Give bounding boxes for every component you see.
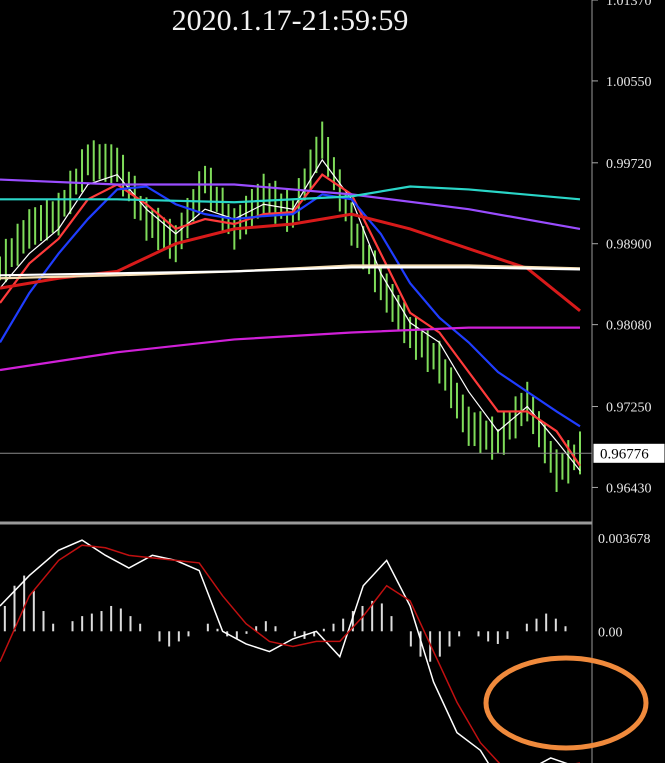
price-tick-label: 0.97250 <box>606 401 652 416</box>
price-tick-label: 0.98080 <box>606 319 652 334</box>
highlight-ellipse <box>483 655 649 751</box>
price-tick-label: 1.01370 <box>606 0 652 9</box>
macd-line <box>0 544 580 763</box>
current-price-marker: 0.96776 <box>0 442 665 464</box>
price-tick-label: 0.98900 <box>606 238 652 253</box>
ma-line <box>0 326 580 372</box>
current-price-label: 0.96776 <box>600 446 649 462</box>
macd-tick-label: 0.003678 <box>598 532 651 547</box>
macd-line <box>0 539 568 763</box>
forex-chart: 1.01370 1.00550 0.99720 0.98900 0.98080 0.972… <box>0 0 665 763</box>
macd-tick-label: 0.00 <box>598 625 623 640</box>
macd-panel <box>0 539 580 763</box>
chart-title: 2020.1.17-21:59:59 <box>172 4 409 37</box>
ma-line <box>0 158 581 472</box>
axis-labels: 1.01370 1.00550 0.99720 0.98900 0.98080 0.972… <box>592 0 652 640</box>
ma-line <box>0 185 581 428</box>
price-tick-label: 1.00550 <box>606 75 652 90</box>
price-tick-label: 0.96430 <box>606 481 652 496</box>
price-panel <box>0 121 581 492</box>
price-tick-label: 0.99720 <box>606 157 652 172</box>
ma-line <box>0 212 581 312</box>
ma-line <box>0 266 581 277</box>
